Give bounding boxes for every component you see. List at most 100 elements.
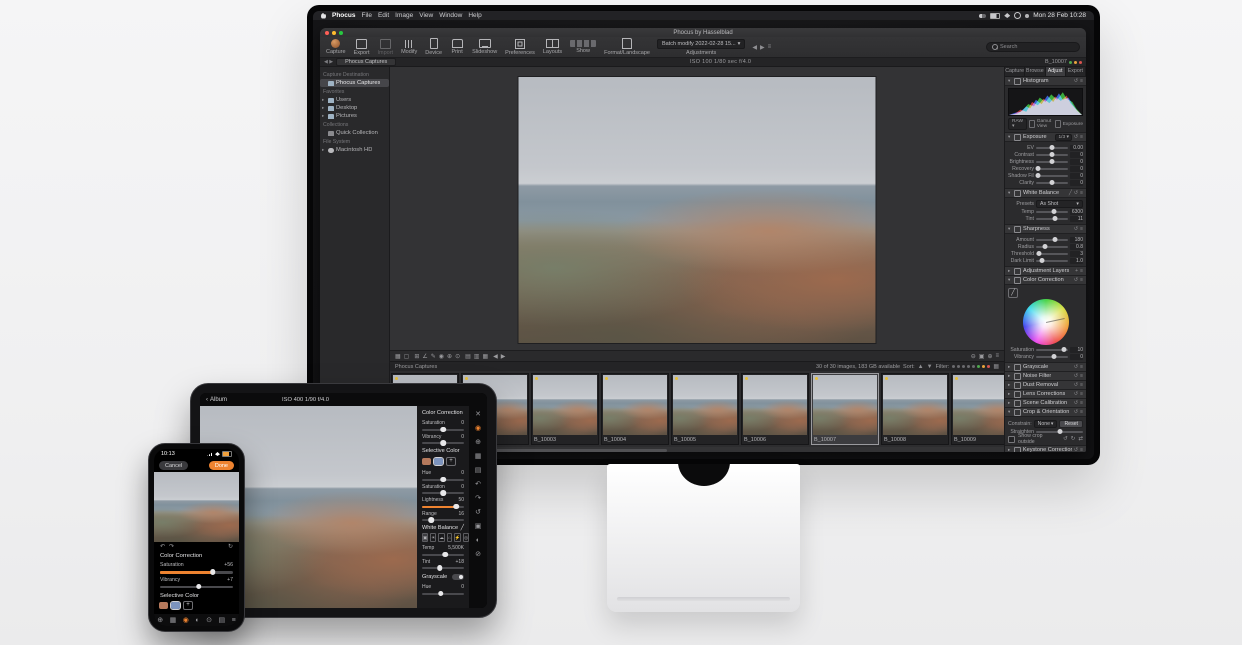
eyedropper-icon[interactable]: ╱ [1069,190,1072,196]
eyedropper-icon[interactable]: ╱ [1008,288,1018,298]
thumbnail[interactable]: B_10005 [671,373,739,445]
sidebar-item[interactable]: ▸ Pictures [320,112,389,120]
tag-red-dot[interactable] [1079,61,1082,64]
browser-path[interactable]: Phocus Captures [395,364,437,370]
next-adjustment-icon[interactable]: ▶ [760,44,765,51]
slider-knob[interactable] [437,565,443,571]
wb-cloudy-icon[interactable]: ☁ [438,533,445,542]
section-menu-icon[interactable]: ≡ [1080,134,1083,141]
slider[interactable] [1036,356,1068,358]
menu-item[interactable]: Help [468,11,481,20]
reset-icon[interactable]: ↺ [1074,447,1078,452]
reset-icon[interactable]: ↺ [1074,226,1078,232]
thumbnail[interactable]: B_10003 [531,373,599,445]
source-tab[interactable]: Phocus Captures [336,58,396,66]
slider-knob[interactable] [440,427,446,433]
toolbar-button[interactable]: Capture [326,39,346,55]
eyedropper-icon[interactable]: ╱ [461,525,464,531]
section-menu-icon[interactable]: ≡ [1080,373,1083,379]
slider-knob[interactable] [1050,145,1055,150]
sidebar-item[interactable]: ▸ Desktop [320,104,389,112]
slider-value[interactable]: 0 [1070,166,1083,172]
section-menu-icon[interactable]: ≡ [1080,268,1083,274]
viewer-menu-icon[interactable]: ≡ [995,353,999,360]
thumbnail[interactable]: B_10006 [741,373,809,445]
zoom-tool-icon[interactable]: ⊙ [455,353,460,360]
slider-value[interactable]: 0.8 [1070,244,1083,250]
slider-knob[interactable] [438,591,444,597]
filter-dot[interactable] [972,365,975,368]
zoom-fit-icon[interactable]: ▣ [979,353,985,360]
slider-knob[interactable] [1053,237,1058,242]
disclosure-icon[interactable]: ▸ [322,105,326,111]
slider[interactable] [422,519,464,521]
disclosure-icon[interactable]: ▸ [1008,373,1012,379]
reset-icon[interactable]: ↺ [1074,373,1078,379]
wb-as-shot-icon[interactable]: ▣ [422,533,428,542]
slider[interactable] [1036,260,1068,262]
slider[interactable] [422,593,464,595]
close-icon[interactable]: ✕ [475,411,481,419]
compare-icon[interactable]: ◐ [476,537,480,545]
reset-icon[interactable]: ↺ [1074,400,1078,406]
reset-icon[interactable]: ↺ [1074,391,1078,397]
slider[interactable] [1036,246,1068,248]
toolbar-button[interactable]: Import [377,39,393,56]
slider-value[interactable]: 0 [1070,152,1083,158]
panel-tab[interactable]: Capture [1005,67,1025,76]
straighten-tool-icon[interactable]: ∠ [422,353,427,360]
slider-knob[interactable] [1050,159,1055,164]
disclosure-icon[interactable]: ▸ [1008,391,1012,397]
spotlight-icon[interactable] [1014,12,1021,19]
section-menu-icon[interactable]: ≡ [1080,400,1083,406]
slider-knob[interactable] [1042,244,1047,249]
slider[interactable] [422,479,464,481]
menu-item[interactable]: Window [439,11,462,20]
done-button[interactable]: Done [209,461,234,470]
revert-icon[interactable]: ↺ [475,509,481,517]
adjust-icon[interactable]: ⊕ [475,439,481,447]
slider-knob[interactable] [1051,209,1056,214]
slider[interactable] [422,492,464,494]
filter-dot[interactable] [977,365,980,368]
wifi-icon[interactable] [1004,13,1010,18]
slider-value[interactable]: 3 [1070,251,1083,257]
disclosure-icon[interactable]: ▾ [1008,190,1012,196]
thumbnail[interactable]: B_10007 [811,373,879,445]
grid-view-icon[interactable]: ▦ [395,353,401,360]
next-image-icon[interactable]: ▶ [501,353,506,360]
slider[interactable] [1036,182,1068,184]
compare-grid-icon[interactable]: ▦ [482,353,488,360]
ev-stepper[interactable]: 1/3 ▾ [1055,134,1071,141]
gamut-view-icon[interactable] [1029,120,1035,128]
add-adjustment-icon[interactable]: ≡ [768,44,772,51]
toolbar-button[interactable]: Print [450,39,464,55]
disclosure-icon[interactable]: ▾ [1008,226,1012,232]
reset-icon[interactable]: ↺ [1074,364,1078,370]
section-menu-icon[interactable]: ≡ [1080,391,1083,397]
color-swatch[interactable] [422,458,431,465]
sidebar-item[interactable]: Quick Collection [320,129,389,137]
slider[interactable] [160,586,233,589]
slider-knob[interactable] [196,584,202,590]
disclosure-icon[interactable]: ▸ [322,147,326,153]
disclosure-icon[interactable]: ▸ [1008,382,1012,388]
slider[interactable] [1036,161,1068,163]
section-menu-icon[interactable]: ≡ [1080,364,1083,370]
section-header[interactable]: ▸ Grayscale ↺≡ [1005,363,1086,372]
filter-dot[interactable] [967,365,970,368]
add-swatch-button[interactable]: + [183,601,193,610]
color-wheel[interactable] [1023,299,1069,345]
thumb-size-icon[interactable]: ▦ [993,363,999,370]
section-header[interactable]: ▾ Crop & Orientation ↺≡ [1005,408,1086,417]
panel-tab[interactable]: Export [1066,67,1086,76]
redo-icon[interactable]: ↷ [169,543,174,550]
compare-1-icon[interactable]: ▤ [465,353,471,360]
disclosure-icon[interactable]: ▸ [1008,400,1012,406]
menu-item[interactable]: Edit [378,11,389,20]
section-header[interactable]: ▾ Exposure 1/3 ▾↺≡ [1005,133,1086,142]
disclosure-icon[interactable]: ▾ [1008,78,1012,84]
sidebar-item[interactable]: ▸ Users [320,96,389,104]
menu-item[interactable]: Image [395,11,413,20]
sidebar-item[interactable]: ▸ Macintosh HD [320,146,389,154]
